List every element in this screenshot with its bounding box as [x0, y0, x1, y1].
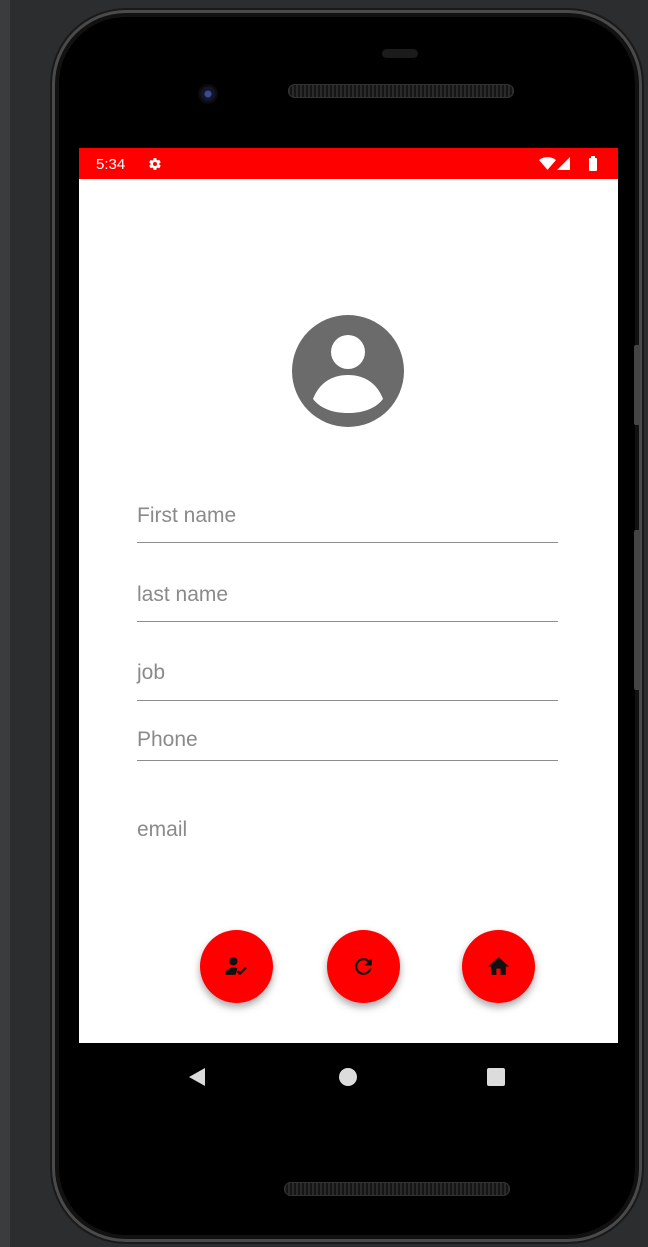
- status-time: 5:34: [96, 156, 126, 173]
- window-edge: [0, 0, 10, 1247]
- signal-icon: [557, 157, 570, 170]
- job-field[interactable]: job: [137, 656, 558, 701]
- home-icon[interactable]: [339, 1068, 357, 1086]
- refresh-icon: [355, 958, 372, 975]
- earpiece-speaker: [288, 84, 514, 98]
- power-button: [634, 345, 640, 425]
- first-name-field[interactable]: First name: [137, 498, 558, 543]
- account-circle-icon: [292, 315, 404, 427]
- bottom-speaker: [284, 1182, 510, 1196]
- volume-button: [634, 530, 640, 690]
- navigation-bar: [79, 1043, 618, 1111]
- back-icon[interactable]: [189, 1068, 205, 1086]
- refresh-button[interactable]: [327, 930, 400, 1003]
- home-icon: [488, 957, 509, 975]
- last-name-underline: [137, 621, 558, 622]
- phone-field[interactable]: Phone: [137, 728, 558, 761]
- person-check-icon: [225, 957, 247, 976]
- app-screen: 5:34 First name last name job Phone emai…: [79, 148, 618, 1043]
- proximity-sensor: [382, 49, 418, 58]
- email-placeholder: email: [137, 818, 188, 841]
- first-name-placeholder: First name: [137, 504, 237, 527]
- first-name-underline: [137, 542, 558, 543]
- email-field[interactable]: email: [137, 816, 558, 846]
- job-underline: [137, 700, 558, 701]
- status-bar: 5:34: [79, 148, 618, 179]
- save-contact-button[interactable]: [200, 930, 273, 1003]
- home-button[interactable]: [462, 930, 535, 1003]
- gear-icon: [149, 158, 161, 170]
- wifi-icon: [539, 157, 556, 170]
- recents-icon[interactable]: [487, 1068, 505, 1086]
- phone-placeholder: Phone: [137, 728, 198, 751]
- front-camera-icon: [198, 84, 218, 104]
- last-name-placeholder: last name: [137, 583, 229, 606]
- battery-icon: [589, 156, 597, 171]
- last-name-field[interactable]: last name: [137, 578, 558, 622]
- phone-underline: [137, 760, 558, 761]
- job-placeholder: job: [137, 661, 166, 684]
